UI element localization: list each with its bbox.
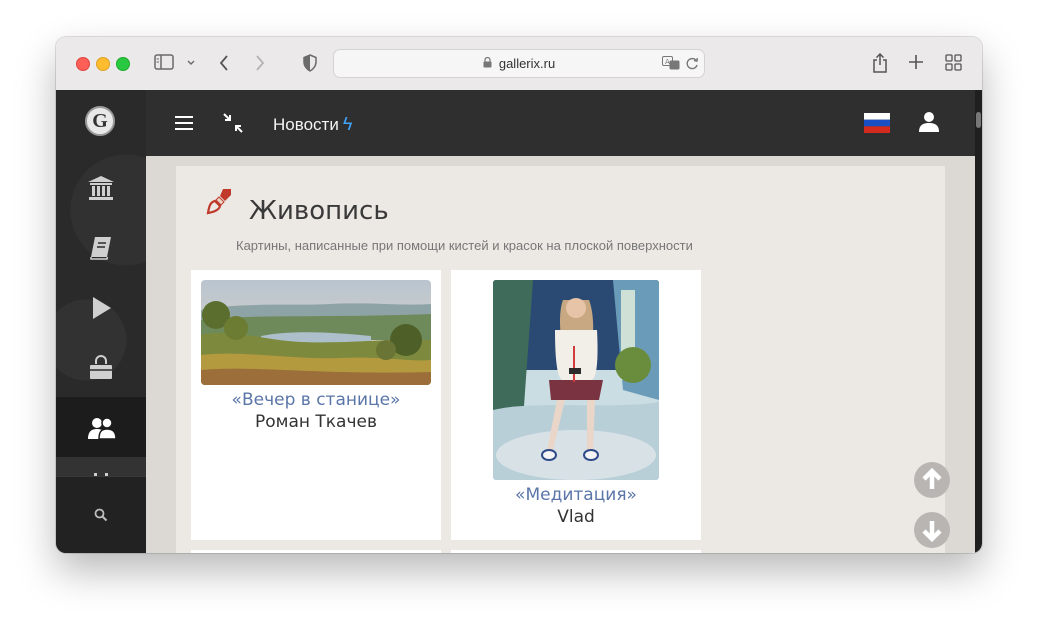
browser-toolbar: gallerix.ru A bbox=[56, 37, 982, 91]
hamburger-menu-icon[interactable] bbox=[175, 115, 193, 131]
privacy-shield-icon[interactable] bbox=[302, 54, 318, 75]
artwork-card[interactable]: «Вечер в станице» Роман Ткачев bbox=[191, 270, 441, 540]
artwork-image[interactable] bbox=[201, 280, 431, 385]
translate-icon[interactable]: A bbox=[662, 55, 680, 73]
collapse-icon[interactable] bbox=[222, 112, 244, 134]
russian-flag-icon[interactable] bbox=[864, 113, 890, 133]
site-sidebar: G bbox=[56, 90, 146, 553]
news-label: Новости bbox=[273, 115, 339, 134]
artwork-title-link[interactable]: «Вечер в станице» bbox=[191, 390, 441, 410]
tab-overview-icon[interactable] bbox=[945, 54, 962, 74]
minimize-window-button[interactable] bbox=[96, 57, 110, 71]
museum-icon bbox=[88, 176, 114, 200]
sidebar-item-museums[interactable] bbox=[56, 157, 146, 217]
artwork-card[interactable]: «Медитация» Vlad bbox=[451, 270, 701, 540]
sidebar-search[interactable] bbox=[56, 476, 146, 553]
play-icon bbox=[93, 297, 111, 319]
scrollbar-thumb[interactable] bbox=[976, 112, 981, 128]
sidebar-item-shop[interactable] bbox=[56, 337, 146, 397]
artwork-author[interactable]: Роман Ткачев bbox=[191, 412, 441, 432]
category-panel: Живопись Картины, написанные при помощи … bbox=[176, 166, 945, 553]
paintbrush-icon bbox=[206, 189, 231, 215]
page-scrollbar[interactable] bbox=[975, 90, 982, 553]
sidebar-toggle-icon[interactable] bbox=[154, 54, 174, 73]
main-content: Живопись Картины, написанные при помощи … bbox=[146, 156, 975, 553]
scroll-down-button[interactable] bbox=[914, 512, 950, 548]
book-icon bbox=[90, 237, 111, 260]
page-title: Живопись bbox=[249, 196, 389, 226]
artwork-image[interactable] bbox=[493, 280, 659, 480]
sidebar-item-video[interactable] bbox=[56, 277, 146, 337]
chevron-down-icon[interactable] bbox=[186, 56, 196, 74]
site-header: Новости ϟ bbox=[146, 90, 975, 156]
share-icon[interactable] bbox=[872, 52, 888, 76]
url-text: gallerix.ru bbox=[498, 56, 556, 71]
close-window-button[interactable] bbox=[76, 57, 90, 71]
category-description: Картины, написанные при помощи кистей и … bbox=[236, 238, 693, 253]
zoom-window-button[interactable] bbox=[116, 57, 130, 71]
news-link[interactable]: Новости ϟ bbox=[273, 114, 352, 135]
address-bar[interactable]: gallerix.ru A bbox=[333, 49, 705, 78]
new-tab-icon[interactable] bbox=[908, 54, 924, 73]
reload-icon[interactable] bbox=[685, 55, 699, 73]
gallerix-logo[interactable]: G bbox=[85, 106, 115, 136]
scroll-up-button[interactable] bbox=[914, 462, 950, 498]
sidebar-item-community[interactable] bbox=[56, 397, 146, 457]
artwork-card[interactable] bbox=[451, 550, 701, 553]
shopping-bag-icon bbox=[90, 355, 112, 379]
sidebar-item-library[interactable] bbox=[56, 217, 146, 277]
lightning-icon: ϟ bbox=[342, 114, 353, 134]
forward-icon[interactable] bbox=[254, 54, 266, 75]
search-icon bbox=[94, 508, 108, 522]
artwork-author[interactable]: Vlad bbox=[451, 507, 701, 527]
artwork-title-link[interactable]: «Медитация» bbox=[451, 485, 701, 505]
back-icon[interactable] bbox=[218, 54, 230, 75]
arrow-down-icon bbox=[922, 521, 942, 543]
browser-window: gallerix.ru A G Новости ϟ Живопись Карти… bbox=[56, 37, 982, 553]
lock-icon bbox=[483, 56, 495, 71]
artwork-card[interactable] bbox=[191, 550, 441, 553]
users-icon bbox=[88, 417, 117, 440]
arrow-up-icon bbox=[922, 467, 942, 489]
user-account-icon[interactable] bbox=[918, 111, 940, 133]
svg-text:A: A bbox=[665, 58, 670, 66]
